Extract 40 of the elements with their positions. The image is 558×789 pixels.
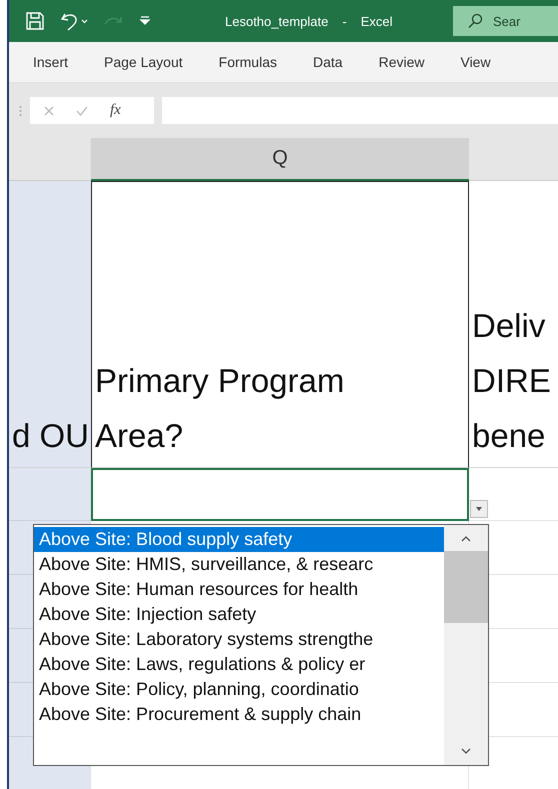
search-field[interactable]: Sear — [453, 6, 558, 36]
grip-icon — [19, 104, 22, 116]
ribbon-tab[interactable]: Formulas — [218, 54, 277, 70]
list-item[interactable]: Above Site: HMIS, surveillance, & researc — [34, 552, 444, 577]
search-icon — [467, 13, 483, 29]
list-item[interactable]: Above Site: Laws, regulations & policy er — [34, 652, 444, 677]
ribbon-tab[interactable]: Insert — [33, 54, 68, 70]
grid-cell[interactable] — [9, 468, 91, 521]
list-item[interactable]: Above Site: Policy, planning, coordinatio — [34, 677, 444, 702]
dropdown-button[interactable] — [470, 500, 488, 518]
chevron-up-icon — [461, 536, 471, 542]
check-icon[interactable] — [76, 106, 88, 116]
column-header[interactable] — [9, 138, 91, 181]
scrollbar[interactable] — [444, 525, 488, 765]
ribbon-tab[interactable]: Review — [378, 54, 424, 70]
list-item[interactable]: Above Site: Blood supply safety — [34, 527, 444, 552]
active-cell[interactable] — [91, 468, 469, 521]
undo-icon[interactable] — [59, 11, 89, 31]
cancel-icon[interactable] — [44, 106, 54, 116]
column-header[interactable]: Q — [91, 138, 469, 181]
ribbon-tab[interactable]: View — [460, 54, 491, 70]
customize-icon[interactable] — [139, 15, 151, 27]
list-item[interactable]: Above Site: Injection safety — [34, 602, 444, 627]
insert-function-label[interactable]: fx — [110, 102, 121, 119]
chevron-down-icon — [461, 748, 471, 754]
scroll-thumb[interactable] — [444, 551, 488, 623]
list-item[interactable]: Above Site: Procurement & supply chain — [34, 702, 444, 727]
list-item[interactable]: Above Site: Human resources for health — [34, 577, 444, 602]
list-item[interactable]: Above Site: Laboratory systems strengthe — [34, 627, 444, 652]
app-name: Excel — [360, 14, 392, 28]
header-cell: Primary Program Area? — [91, 181, 469, 468]
header-cell: d OU — [9, 181, 91, 468]
save-icon[interactable] — [25, 11, 45, 31]
caret-icon — [476, 507, 482, 511]
formula-input[interactable] — [162, 97, 558, 124]
window-title: Lesotho_template — [225, 14, 328, 28]
column-header[interactable] — [469, 138, 558, 181]
title-separator: - — [342, 14, 347, 28]
ribbon-tab[interactable]: Data — [313, 54, 343, 70]
ribbon-tab[interactable]: Page Layout — [104, 54, 183, 70]
